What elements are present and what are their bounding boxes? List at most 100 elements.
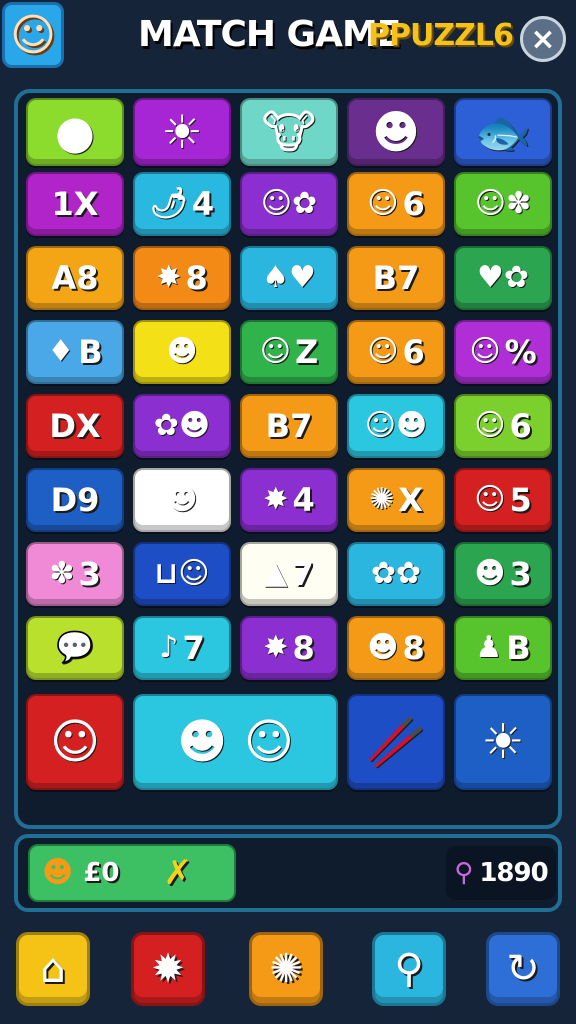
board-tile[interactable]: ♦ B — [26, 320, 124, 384]
board-tile[interactable]: ✽ 3 — [26, 542, 124, 606]
home-icon: ⌂ — [40, 946, 66, 992]
board-tile[interactable]: ♟ B — [454, 616, 552, 680]
sun-face-icon: ☀ — [481, 714, 525, 770]
board-tile[interactable]: B7 — [347, 246, 445, 310]
red-face-icon: ☻ — [372, 105, 420, 159]
board-tile-large[interactable]: ☺ — [26, 694, 124, 790]
red-splat-icon: ✸ — [156, 260, 182, 295]
tile-label: DX — [49, 407, 101, 445]
gear-icon: ✹ — [151, 946, 185, 992]
blue-bird-icon: ☺ — [367, 186, 399, 221]
board-tile[interactable]: ☺ 5 — [454, 468, 552, 532]
orange-cone-icon: ▲ — [264, 556, 288, 591]
board-tile[interactable]: ☺ 6 — [347, 320, 445, 384]
board-tile[interactable]: DX — [26, 394, 124, 458]
sun-face-icon: ☀ — [161, 105, 203, 159]
board-tile[interactable]: ● — [26, 98, 124, 166]
gear-button[interactable]: ✹ — [131, 932, 205, 1006]
board-tile[interactable]: ✺ X — [347, 468, 445, 532]
magnifier-icon: ⚲ — [454, 858, 474, 888]
tile-label: Z — [295, 333, 319, 371]
tile-label: 6 — [402, 185, 425, 223]
board-tile[interactable]: ☻ — [133, 468, 231, 532]
board-tile-large[interactable]: ☀ — [454, 694, 552, 790]
board-tile[interactable]: ☻ — [133, 320, 231, 384]
board-tile[interactable]: 1X — [26, 172, 124, 236]
chick-face-icon: ☺ — [474, 408, 506, 443]
tile-label: 4 — [191, 185, 215, 223]
moves-count: £0 — [83, 858, 120, 888]
yellow-face-icon: ☺ — [474, 482, 506, 517]
board-tile[interactable]: ⊔☺ — [133, 542, 231, 606]
board-tile[interactable]: A8 — [26, 246, 124, 310]
board-tile[interactable]: ☺✿ — [240, 172, 338, 236]
refresh-button[interactable]: ↻ — [486, 932, 560, 1006]
blue-face-icon: ☺ — [469, 334, 501, 369]
board-tile[interactable]: ☺✽ — [454, 172, 552, 236]
tile-label: B7 — [372, 259, 420, 297]
board-tile[interactable]: ✿☻ — [133, 394, 231, 458]
board-tile[interactable]: ☻ 8 — [347, 616, 445, 680]
board-tile[interactable]: ✸ 8 — [133, 246, 231, 310]
face-avatar-icon: ☺ — [10, 9, 56, 61]
board-tile-large[interactable]: ☻ ☺ — [133, 694, 338, 790]
board-tile[interactable]: ♥✿ — [454, 246, 552, 310]
star-gear-icon: ✺ — [269, 946, 303, 992]
tile-label: 5 — [509, 481, 532, 519]
moves-pill[interactable]: ☻ £0 ✗ — [28, 844, 236, 902]
magnifier-icon: ⚲ — [394, 946, 424, 992]
board-tile[interactable]: ☺☻ — [347, 394, 445, 458]
tile-label: 4 — [292, 481, 315, 519]
tile-label: 1X — [51, 185, 99, 223]
red-bird-icon: ☻ — [166, 482, 198, 517]
tile-label: B — [506, 629, 531, 667]
board-tile[interactable]: ☺% — [454, 320, 552, 384]
red-flower-icon: ✺ — [369, 482, 395, 517]
avatar-button[interactable]: ☺ — [2, 2, 64, 68]
score-display: ⚲ 1890 — [446, 846, 556, 900]
board-tile[interactable]: B7 — [240, 394, 338, 458]
hint-icon[interactable]: ✗ — [163, 853, 192, 893]
star-gear-button[interactable]: ✺ — [249, 932, 323, 1006]
tile-label: 6 — [509, 407, 532, 445]
creatures-icon: ☺✿ — [260, 186, 318, 221]
close-button[interactable]: × — [520, 16, 566, 62]
tile-label: A8 — [51, 259, 99, 297]
board-tile[interactable]: ☻ — [347, 98, 445, 166]
board-tile[interactable]: ☺ 6 — [454, 394, 552, 458]
mushroom-monster-icon: ☻ ☺ — [177, 714, 294, 770]
board-tile[interactable]: ✸ 4 — [240, 468, 338, 532]
board-tile[interactable]: ☺ 6 — [347, 172, 445, 236]
board-tile[interactable]: ✿✿ — [347, 542, 445, 606]
tile-label: 8 — [292, 629, 315, 667]
page-subtitle: PPUZZL6 — [368, 18, 514, 53]
home-button[interactable]: ⌂ — [16, 932, 90, 1006]
board-tile[interactable]: ✸ 8 — [240, 616, 338, 680]
score-value: 1890 — [479, 858, 548, 888]
green-note-icon: ♪ — [159, 630, 179, 665]
board-tile[interactable]: ♪ 7 — [133, 616, 231, 680]
game-board: ● ☀ 🐮 ☻ 🐟 1X 🌶 4 ☺✿ ☺ 6 ☺✽ A8 ✸ 8 ♠♥ B7 ♥✿ ♦ B ☻ ☺ Z ☺ 6 ☺% DX ✿☻ B7… — [14, 89, 562, 829]
board-tile[interactable]: ☺ Z — [240, 320, 338, 384]
board-tile[interactable]: 💬 — [26, 616, 124, 680]
tile-label: 7 — [291, 555, 314, 593]
purple-fish-icon: 🐟 — [474, 105, 532, 159]
purple-crystal-icon: ♦ — [47, 334, 75, 369]
refresh-icon: ↻ — [506, 946, 540, 992]
board-tile[interactable]: ♠♥ — [240, 246, 338, 310]
shape-heart-icon: ♠♥ — [262, 260, 316, 295]
magnifier-button[interactable]: ⚲ — [372, 932, 446, 1006]
board-tile[interactable]: ☀ — [133, 98, 231, 166]
ghost-face-icon: ☺ — [367, 334, 399, 369]
board-tile[interactable]: ☻ 3 — [454, 542, 552, 606]
tile-label: 8 — [185, 259, 208, 297]
green-pepper-icon: 🌶 — [149, 186, 188, 221]
board-tile[interactable]: 🐮 — [240, 98, 338, 166]
board-tile-large[interactable]: 🥢 — [347, 694, 445, 790]
board-tile[interactable]: 🌶 4 — [133, 172, 231, 236]
board-tile[interactable]: ▲ 7 — [240, 542, 338, 606]
board-tile[interactable]: D9 — [26, 468, 124, 532]
board-tile[interactable]: 🐟 — [454, 98, 552, 166]
tile-label: % — [504, 333, 537, 371]
flowers-icon: ✿✿ — [370, 556, 422, 591]
